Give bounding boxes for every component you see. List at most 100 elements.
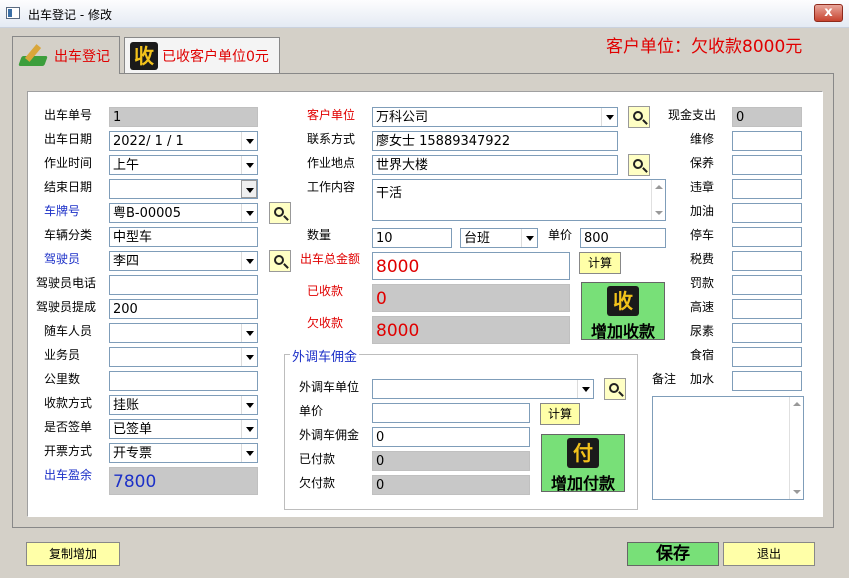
outsource-commission-field[interactable]: 0	[372, 427, 530, 447]
outsource-price-field[interactable]	[372, 403, 530, 423]
order-no-field: 1	[109, 107, 258, 127]
expense-field-water[interactable]	[732, 371, 802, 391]
work-content-textarea[interactable]: 干活	[372, 179, 666, 221]
chevron-down-icon[interactable]	[521, 229, 537, 247]
copy-add-button[interactable]: 复制增加	[26, 542, 120, 566]
expense-label-urea: 尿素	[690, 324, 715, 338]
plate-select[interactable]: 粤B-00005	[109, 203, 258, 223]
driver-select[interactable]: 李四	[109, 251, 258, 271]
expense-label-cash: 现金支出	[668, 108, 717, 122]
invoice-select[interactable]: 开专票	[109, 443, 258, 463]
customer-search-button[interactable]	[628, 106, 650, 128]
work-time-select[interactable]: 上午	[109, 155, 258, 175]
expense-label-fine: 罚款	[690, 276, 715, 290]
expense-field-maintenance[interactable]	[732, 155, 802, 175]
date-value: 2022/ 1 / 1	[113, 134, 184, 149]
chevron-down-icon[interactable]	[241, 420, 257, 438]
plate-value: 粤B-00005	[113, 206, 181, 221]
expense-field-fuel[interactable]	[732, 203, 802, 223]
tab-dispatch-register[interactable]: 出车登记	[12, 36, 120, 74]
driver-phone-label: 驾驶员电话	[36, 276, 97, 290]
driver-label: 驾驶员	[44, 252, 81, 266]
unit-select[interactable]: 台班	[460, 228, 538, 248]
received-label: 已收款	[307, 284, 344, 298]
received-field: 0	[372, 284, 570, 312]
expense-field-parking[interactable]	[732, 227, 802, 247]
chevron-down-icon[interactable]	[241, 156, 257, 174]
work-time-value: 上午	[113, 158, 140, 173]
chevron-down-icon[interactable]	[241, 252, 257, 270]
chevron-down-icon[interactable]	[241, 180, 257, 198]
price-field[interactable]: 800	[580, 228, 666, 248]
driver-search-button[interactable]	[269, 250, 291, 272]
title-bar: 出车登记 - 修改 x	[0, 0, 849, 28]
expense-label-highway: 高速	[690, 300, 715, 314]
expense-label-violation: 违章	[690, 180, 715, 194]
expense-label-parking: 停车	[690, 228, 715, 242]
tab-label: 已收客户单位0元	[162, 48, 269, 65]
chevron-down-icon[interactable]	[577, 380, 593, 398]
expense-field-violation[interactable]	[732, 179, 802, 199]
expense-field-tax[interactable]	[732, 251, 802, 271]
site-search-button[interactable]	[628, 154, 650, 176]
chevron-down-icon[interactable]	[241, 396, 257, 414]
signed-label: 是否签单	[44, 420, 93, 434]
add-receipt-button[interactable]: 收 增加收款	[581, 282, 665, 341]
site-label: 作业地点	[307, 156, 356, 170]
outsource-calc-button[interactable]: 计算	[540, 403, 580, 425]
outsource-unit-search-button[interactable]	[604, 378, 626, 400]
site-field[interactable]: 世界大楼	[372, 155, 618, 175]
date-picker[interactable]: 2022/ 1 / 1	[109, 131, 258, 151]
contact-field[interactable]: 廖女士 15889347922	[372, 131, 618, 151]
outsource-unit-label: 外调车单位	[299, 380, 360, 394]
search-icon	[632, 110, 643, 121]
chevron-down-icon[interactable]	[241, 444, 257, 462]
payment-method-select[interactable]: 挂账	[109, 395, 258, 415]
remark-label: 备注	[652, 372, 677, 386]
scrollbar[interactable]	[789, 397, 803, 499]
calc-button[interactable]: 计算	[579, 252, 621, 274]
quantity-field[interactable]: 10	[372, 228, 452, 248]
outsource-owed-field: 0	[372, 475, 530, 495]
end-date-picker[interactable]	[109, 179, 258, 199]
salesman-select[interactable]	[109, 347, 258, 367]
expense-field-highway[interactable]	[732, 299, 802, 319]
expense-field-meals[interactable]	[732, 347, 802, 367]
remark-textarea[interactable]	[652, 396, 804, 500]
plate-search-button[interactable]	[269, 202, 291, 224]
signed-value: 已签单	[113, 422, 153, 437]
expense-field-repair[interactable]	[732, 131, 802, 151]
expense-label-maintenance: 保养	[690, 156, 715, 170]
close-button[interactable]: x	[814, 4, 843, 22]
outsource-price-label: 单价	[299, 404, 324, 418]
chevron-down-icon[interactable]	[241, 324, 257, 342]
customer-select[interactable]: 万科公司	[372, 107, 618, 127]
exit-button[interactable]: 退出	[723, 542, 815, 566]
date-label: 出车日期	[44, 132, 93, 146]
vehicle-type-field[interactable]: 中型车	[109, 227, 258, 247]
expense-field-fine[interactable]	[732, 275, 802, 295]
order-no-label: 出车单号	[44, 108, 93, 122]
driver-phone-field[interactable]	[109, 275, 258, 295]
invoice-value: 开专票	[113, 446, 153, 461]
work-time-label: 作业时间	[44, 156, 93, 170]
outsource-unit-select[interactable]	[372, 379, 594, 399]
scrollbar[interactable]	[651, 180, 665, 220]
chevron-down-icon[interactable]	[241, 132, 257, 150]
add-payment-button[interactable]: 付 增加付款	[541, 434, 625, 493]
chevron-down-icon[interactable]	[241, 204, 257, 222]
chevron-down-icon[interactable]	[601, 108, 617, 126]
escort-select[interactable]	[109, 323, 258, 343]
signed-select[interactable]: 已签单	[109, 419, 258, 439]
total-field[interactable]: 8000	[372, 252, 570, 280]
tab-customer-received[interactable]: 收 已收客户单位0元	[124, 37, 280, 73]
receive-icon: 收	[607, 286, 639, 316]
save-button[interactable]: 保存	[627, 542, 719, 566]
driver-commission-field[interactable]: 200	[109, 299, 258, 319]
chevron-down-icon[interactable]	[241, 348, 257, 366]
mileage-field[interactable]	[109, 371, 258, 391]
salesman-label: 业务员	[44, 348, 81, 362]
expense-field-urea[interactable]	[732, 323, 802, 343]
expense-label-fuel: 加油	[690, 204, 715, 218]
search-icon	[608, 382, 619, 393]
